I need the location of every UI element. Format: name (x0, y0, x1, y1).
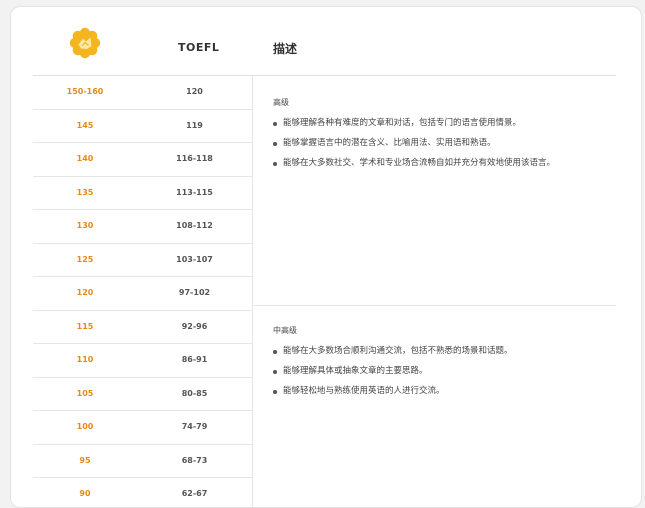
flower-badge-icon (69, 27, 101, 59)
toefl-column-header: TOEFL (178, 41, 220, 54)
toefl-cell: 68-73 (181, 455, 208, 465)
toefl-cell: 113-115 (176, 187, 213, 197)
toefl-cell: 92-96 (181, 321, 208, 331)
score-cell: 115 (76, 321, 94, 331)
description-column-header: 描述 (273, 42, 298, 56)
score-cell: 120 (76, 288, 94, 297)
table-row: 90 62-67 (33, 478, 252, 507)
toefl-cell: 108-112 (176, 221, 213, 230)
level-bullets: 能够在大多数场合顺利沟通交流，包括不熟悉的场景和话题。 能够理解具体或抽象文章的… (273, 345, 613, 398)
level-upper-intermediate: 中高级 能够在大多数场合顺利沟通交流，包括不熟悉的场景和话题。 能够理解具体或抽… (273, 325, 613, 405)
score-cell: 110 (76, 355, 94, 364)
toefl-cell: 116-118 (176, 154, 213, 163)
table-row: 100 74-79 (33, 411, 252, 445)
bullet-text: 能够掌握语言中的潜在含义、比喻用法、实用语和熟语。 (283, 138, 496, 148)
level-divider (252, 305, 616, 306)
score-cell: 100 (76, 422, 94, 431)
level-title: 高级 (273, 98, 289, 107)
table-row: 95 68-73 (33, 445, 252, 478)
toefl-cell: 97-102 (178, 288, 211, 297)
score-table: TOEFL 描述 150-160 120 145 119 140 116-118… (33, 7, 616, 507)
bullet-dot (273, 390, 277, 394)
bullet-text: 能够理解各种有难度的文章和对话，包括专门的语言使用情景。 (283, 118, 522, 128)
toefl-cell: 74-79 (181, 422, 208, 431)
column-divider (252, 76, 253, 507)
table-row: 125 103-107 (33, 244, 252, 277)
bullet-dot (273, 350, 277, 354)
table-row: 130 108-112 (33, 210, 252, 244)
bullet-dot (273, 122, 277, 126)
score-cell: 105 (76, 388, 94, 398)
table-row: 110 86-91 (33, 344, 252, 378)
toefl-cell: 62-67 (181, 489, 208, 498)
bullet-item: 能够掌握语言中的潜在含义、比喻用法、实用语和熟语。 (273, 137, 613, 150)
bullet-dot (273, 162, 277, 166)
toefl-cell: 119 (186, 120, 203, 130)
bullet-dot (273, 370, 277, 374)
score-comparison-card: TOEFL 描述 150-160 120 145 119 140 116-118… (10, 6, 642, 508)
table-row: 115 92-96 (33, 311, 252, 344)
table-row: 135 113-115 (33, 177, 252, 210)
table-row: 150-160 120 (33, 76, 252, 110)
score-cell: 145 (76, 120, 94, 130)
bullet-text: 能够在大多数社交、学术和专业场合流畅自如并充分有效地使用该语言。 (283, 158, 556, 168)
table-row: 120 97-102 (33, 277, 252, 311)
level-bullets: 能够理解各种有难度的文章和对话，包括专门的语言使用情景。 能够掌握语言中的潜在含… (273, 117, 613, 170)
toefl-cell: 103-107 (176, 254, 213, 264)
score-cell: 95 (79, 455, 91, 465)
table-header: TOEFL 描述 (33, 7, 616, 76)
toefl-cell: 80-85 (181, 388, 208, 398)
score-cell: 150-160 (66, 87, 104, 96)
bullet-text: 能够理解具体或抽象文章的主要思路。 (283, 366, 428, 376)
score-cell: 135 (76, 187, 94, 197)
toefl-cell: 120 (186, 87, 203, 96)
level-advanced: 高级 能够理解各种有难度的文章和对话，包括专门的语言使用情景。 能够掌握语言中的… (273, 97, 613, 177)
score-cell: 125 (76, 254, 94, 264)
table-row: 140 116-118 (33, 143, 252, 177)
score-cell: 130 (76, 221, 94, 230)
bullet-text: 能够在大多数场合顺利沟通交流，包括不熟悉的场景和话题。 (283, 346, 513, 356)
table-row: 145 119 (33, 110, 252, 143)
score-rows: 150-160 120 145 119 140 116-118 135 113-… (33, 76, 252, 507)
bullet-item: 能够理解具体或抽象文章的主要思路。 (273, 365, 613, 378)
level-title: 中高级 (273, 326, 297, 335)
bullet-item: 能够在大多数场合顺利沟通交流，包括不熟悉的场景和话题。 (273, 345, 613, 358)
table-row: 105 80-85 (33, 378, 252, 411)
score-cell: 90 (79, 489, 91, 498)
bullet-text: 能够轻松地与熟练使用英语的人进行交流。 (283, 386, 445, 396)
bullet-item: 能够在大多数社交、学术和专业场合流畅自如并充分有效地使用该语言。 (273, 157, 613, 170)
toefl-cell: 86-91 (181, 355, 208, 364)
score-cell: 140 (76, 154, 94, 163)
bullet-item: 能够理解各种有难度的文章和对话，包括专门的语言使用情景。 (273, 117, 613, 130)
bullet-item: 能够轻松地与熟练使用英语的人进行交流。 (273, 385, 613, 398)
bullet-dot (273, 142, 277, 146)
